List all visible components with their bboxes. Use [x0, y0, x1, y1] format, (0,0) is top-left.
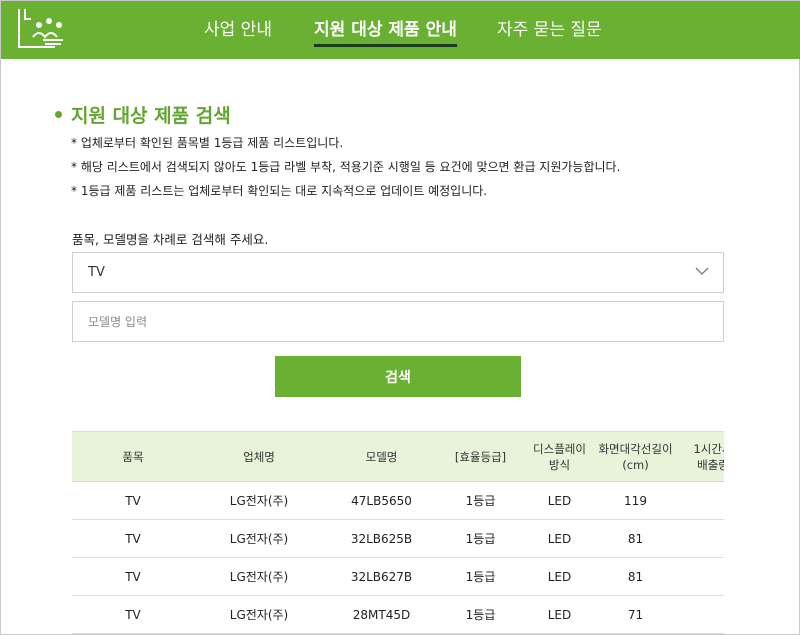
table-cell	[674, 595, 724, 634]
table-header-cell: 1시간사배출량	[674, 431, 724, 482]
table-row[interactable]: TV LG전자(주) 32LB627B 1등급 LED 81	[72, 557, 724, 596]
table-cell	[674, 557, 724, 596]
model-name-input[interactable]	[72, 301, 724, 342]
bullet-dot-icon	[55, 111, 62, 118]
table-cell: 32LB625B	[324, 519, 439, 558]
note-item: * 업체로부터 확인된 품목별 1등급 제품 리스트입니다.	[71, 136, 344, 150]
table-cell: LED	[522, 481, 597, 520]
note-item: * 1등급 제품 리스트는 업체로부터 확인되는 대로 지속적으로 업데이트 예…	[71, 184, 488, 198]
table-cell: 32LB627B	[324, 557, 439, 596]
table-row[interactable]: TV LG전자(주) 47LB5650 1등급 LED 119	[72, 481, 724, 520]
table-header-cell: 디스플레이 방식	[522, 431, 597, 482]
table-cell: LED	[522, 557, 597, 596]
table-cell: 1등급	[439, 557, 522, 596]
note-item: * 해당 리스트에서 검색되지 않아도 1등급 라벨 부착, 적용기준 시행일 …	[71, 160, 621, 174]
category-select[interactable]: TV	[72, 252, 724, 293]
section-title-text: 지원 대상 제품 검색	[71, 105, 231, 127]
table-cell: LG전자(주)	[194, 595, 324, 634]
table-cell: 71	[597, 595, 674, 634]
table-cell: LED	[522, 595, 597, 634]
table-header-cell: [효율등급]	[439, 431, 522, 482]
table-cell: 119	[597, 481, 674, 520]
table-header-row: 품목업체명모델명[효율등급]디스플레이방식화면대각선길이(cm)1시간사배출량	[72, 431, 724, 482]
results-table: 품목업체명모델명[효율등급]디스플레이방식화면대각선길이(cm)1시간사배출량 …	[72, 431, 724, 634]
nav-faq[interactable]: 자주 묻는 질문	[497, 15, 602, 40]
table-cell: 1등급	[439, 481, 522, 520]
chevron-down-icon	[695, 267, 709, 275]
table-cell: TV	[72, 595, 194, 634]
results-table-container[interactable]: 품목업체명모델명[효율등급]디스플레이방식화면대각선길이(cm)1시간사배출량 …	[72, 431, 724, 635]
table-cell: LG전자(주)	[194, 519, 324, 558]
nav-supported-products[interactable]: 지원 대상 제품 안내	[314, 15, 457, 47]
table-cell: 81	[597, 557, 674, 596]
search-instruction: 품목, 모델명을 차례로 검색해 주세요.	[72, 232, 269, 247]
table-header-cell: 화면대각선길이 (cm)	[597, 431, 674, 482]
table-cell	[674, 481, 724, 520]
table-cell: 81	[597, 519, 674, 558]
top-nav-bar: 사업 안내 지원 대상 제품 안내 자주 묻는 질문	[1, 1, 800, 59]
search-button[interactable]: 검색	[275, 356, 521, 397]
table-header-cell: 품목	[72, 431, 194, 482]
table-row[interactable]: TV LG전자(주) 28MT45D 1등급 LED 71	[72, 595, 724, 634]
table-cell: TV	[72, 557, 194, 596]
nav-business-info[interactable]: 사업 안내	[204, 15, 272, 40]
table-cell: LED	[522, 519, 597, 558]
table-cell: 1등급	[439, 595, 522, 634]
table-header-cell: 모델명	[324, 431, 439, 482]
table-row[interactable]: TV LG전자(주) 32LB625B 1등급 LED 81	[72, 519, 724, 558]
table-cell: 47LB5650	[324, 481, 439, 520]
section-title: 지원 대상 제품 검색	[55, 101, 231, 128]
table-cell	[674, 519, 724, 558]
leaf-people-logo-icon[interactable]	[15, 7, 73, 53]
table-body: TV LG전자(주) 47LB5650 1등급 LED 119 TV LG전자(주) 32LB6…	[72, 481, 724, 634]
table-cell: LG전자(주)	[194, 481, 324, 520]
table-cell: TV	[72, 481, 194, 520]
table-cell: TV	[72, 519, 194, 558]
table-cell: 28MT45D	[324, 595, 439, 634]
table-cell: 1등급	[439, 519, 522, 558]
notes-list: * 업체로부터 확인된 품목별 1등급 제품 리스트입니다. * 해당 리스트에…	[71, 134, 620, 206]
category-select-value: TV	[88, 265, 105, 280]
table-header-cell: 업체명	[194, 431, 324, 482]
table-cell: LG전자(주)	[194, 557, 324, 596]
